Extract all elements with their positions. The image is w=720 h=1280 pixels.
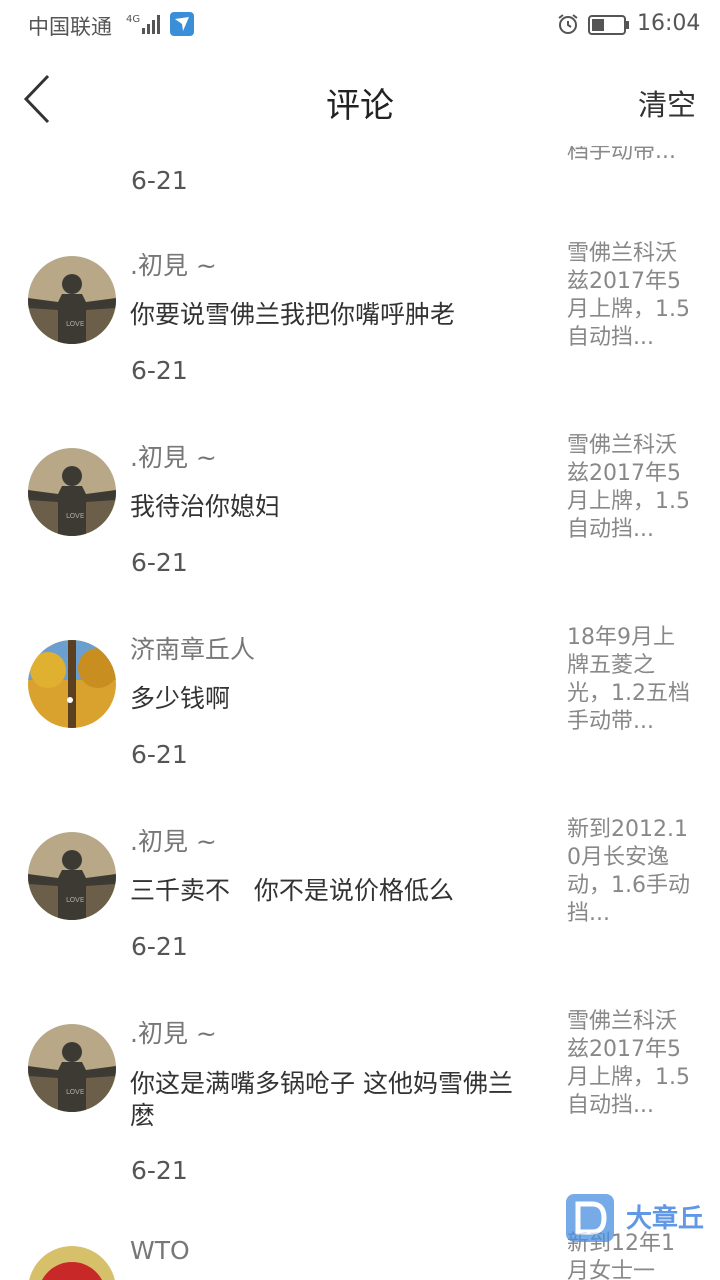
- comment-text: 你这是满嘴多锅呛子 这他妈雪佛兰麽: [130, 1069, 513, 1130]
- avatar[interactable]: [28, 640, 116, 728]
- comment-username[interactable]: .初見 ~: [130, 1014, 217, 1050]
- car-listing-summary[interactable]: 雪佛兰科沃兹2017年5月上牌，1.5自动挡...: [567, 1008, 695, 1120]
- car-listing-summary[interactable]: 档手动带...: [567, 146, 695, 162]
- network-type: 4G: [126, 14, 140, 25]
- comment-username[interactable]: 济南章丘人: [130, 630, 255, 666]
- comment-date: 6-21: [131, 356, 188, 385]
- comment-item[interactable]: LOVE .初見 ~ 你这是满嘴多锅呛子 这他妈雪佛兰麽 6-21 雪佛兰科沃兹…: [0, 984, 720, 1206]
- battery-icon: [588, 15, 629, 35]
- signal-icon: 4G: [126, 14, 160, 34]
- avatar[interactable]: LOVE: [28, 448, 116, 536]
- comment-item[interactable]: 档手动带... 6-21: [0, 146, 720, 216]
- comment-text: 三千卖不 你不是说价格低么: [130, 876, 454, 905]
- app-notification-icon: [170, 12, 194, 36]
- comment-list[interactable]: 档手动带... 6-21 LOVE .初見 ~ 你要说雪佛兰我把你嘴呼肿老 6-…: [0, 146, 720, 1280]
- comment-item[interactable]: LOVE .初見 ~ 我待治你媳妇 6-21 雪佛兰科沃兹2017年5月上牌，1…: [0, 408, 720, 600]
- watermark-text: 大章丘: [626, 1204, 705, 1234]
- logo-badge-icon: [566, 1194, 614, 1242]
- svg-text:LOVE: LOVE: [66, 1088, 84, 1096]
- svg-text:LOVE: LOVE: [66, 320, 84, 328]
- comment-date: 6-21: [131, 548, 188, 577]
- page-title: 评论: [326, 86, 394, 126]
- clear-button[interactable]: 清空: [638, 82, 696, 124]
- car-listing-summary[interactable]: 雪佛兰科沃兹2017年5月上牌，1.5自动挡...: [567, 240, 695, 352]
- comment-date: 6-21: [131, 932, 188, 961]
- comment-username[interactable]: WTO: [130, 1236, 190, 1265]
- avatar[interactable]: [28, 1246, 116, 1280]
- car-listing-summary[interactable]: 雪佛兰科沃兹2017年5月上牌，1.5自动挡...: [567, 432, 695, 544]
- avatar[interactable]: LOVE: [28, 1024, 116, 1112]
- status-bar: 中国联通 4G 16:04: [0, 0, 720, 52]
- carrier-name: 中国联通: [28, 15, 112, 39]
- status-time: 16:04: [637, 11, 701, 36]
- car-listing-summary[interactable]: 新到2012.10月长安逸动，1.6手动挡...: [567, 816, 695, 928]
- comment-date: 6-21: [131, 1156, 188, 1185]
- comment-date: 6-21: [131, 166, 188, 195]
- svg-text:LOVE: LOVE: [66, 896, 84, 904]
- watermark-logo: 大章丘: [566, 1194, 710, 1242]
- comment-item[interactable]: LOVE .初見 ~ 三千卖不 你不是说价格低么 6-21 新到2012.10月…: [0, 792, 720, 984]
- comment-item[interactable]: 济南章丘人 多少钱啊 6-21 18年9月上牌五菱之光，1.2五档手动带...: [0, 600, 720, 792]
- svg-text:LOVE: LOVE: [66, 512, 84, 520]
- comment-date: 6-21: [131, 740, 188, 769]
- comment-username[interactable]: .初見 ~: [130, 438, 217, 474]
- app-header: 评论 清空: [0, 52, 720, 146]
- comment-text: 我待治你媳妇: [130, 492, 281, 521]
- avatar[interactable]: LOVE: [28, 256, 116, 344]
- comment-text: 多少钱啊: [130, 684, 231, 713]
- avatar[interactable]: LOVE: [28, 832, 116, 920]
- alarm-icon: [558, 14, 578, 34]
- comment-username[interactable]: .初見 ~: [130, 246, 217, 282]
- comment-text: 你要说雪佛兰我把你嘴呼肿老: [130, 300, 456, 329]
- comment-username[interactable]: .初見 ~: [130, 822, 217, 858]
- comment-item[interactable]: LOVE .初見 ~ 你要说雪佛兰我把你嘴呼肿老 6-21 雪佛兰科沃兹2017…: [0, 216, 720, 408]
- car-listing-summary[interactable]: 18年9月上牌五菱之光，1.2五档手动带...: [567, 624, 695, 736]
